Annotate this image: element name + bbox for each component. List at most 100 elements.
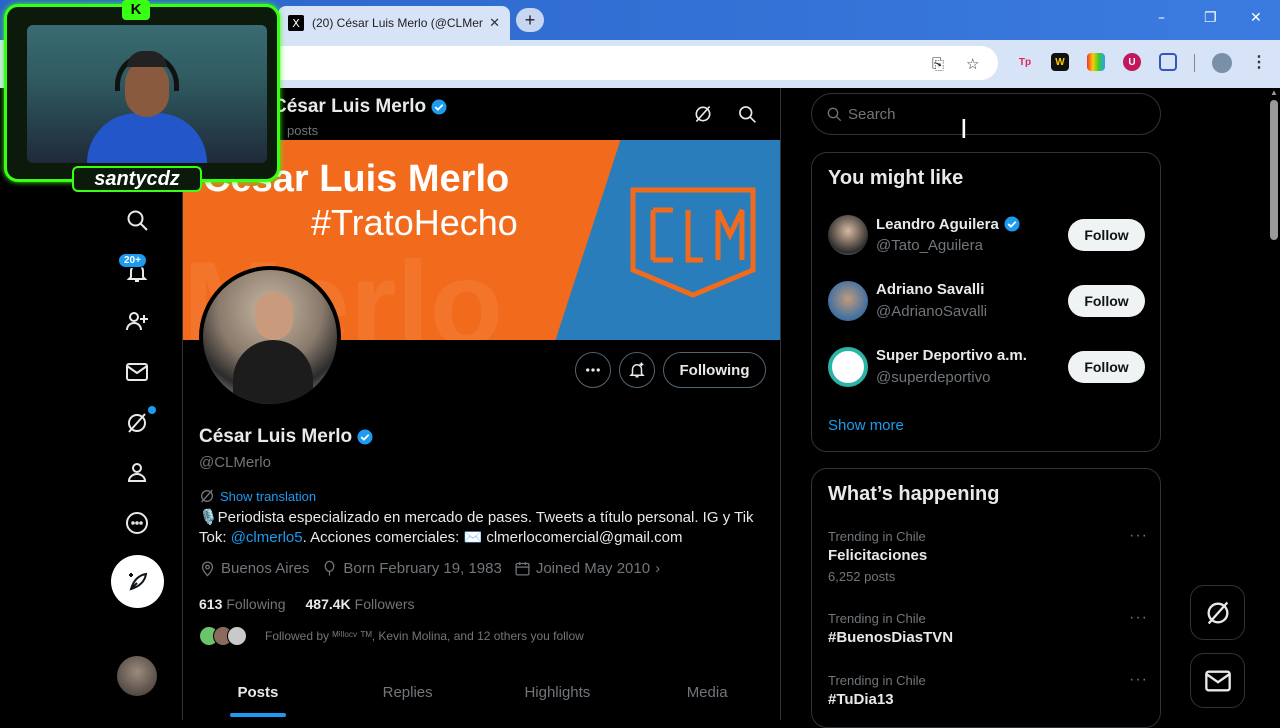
suggestions-title: You might like <box>828 167 964 189</box>
trend-post-count: 6,252 posts <box>828 569 896 584</box>
suggestion-avatar[interactable] <box>828 347 868 387</box>
location-text: Buenos Aires <box>221 560 310 577</box>
grok-notification-dot <box>148 406 156 414</box>
browser-menu-icon[interactable]: ⋮ <box>1250 53 1268 71</box>
show-more-link[interactable]: Show more <box>828 417 904 434</box>
extension-colorful-icon[interactable] <box>1087 53 1105 71</box>
extension-tp-icon[interactable]: Tp <box>1016 53 1034 71</box>
joined-item[interactable]: Joined May 2010 › <box>514 560 660 577</box>
streamer-body <box>87 113 207 163</box>
account-avatar[interactable] <box>117 656 157 696</box>
followers-label: Followers <box>354 596 415 612</box>
scrollbar-thumb[interactable] <box>1270 100 1278 240</box>
following-label: Following <box>226 596 286 612</box>
close-window-icon[interactable]: ✕ <box>1250 10 1262 26</box>
following-button[interactable]: Following <box>663 352 766 388</box>
tab-replies[interactable]: Replies <box>333 670 483 720</box>
profile-name: César Luis Merlo <box>199 426 374 448</box>
webcam-video <box>27 25 267 163</box>
suggestion-name: Adriano Savalli <box>876 281 984 298</box>
text-cursor-icon: I <box>960 115 968 145</box>
mail-icon[interactable] <box>122 357 152 387</box>
search-icon[interactable] <box>122 205 152 235</box>
joined-text: Joined May 2010 <box>535 560 651 577</box>
banner-tagline: #TratoHecho <box>311 202 518 243</box>
verified-badge-icon[interactable] <box>1003 215 1021 233</box>
restore-icon[interactable]: ❐ <box>1204 10 1217 26</box>
add-person-icon[interactable] <box>122 306 152 336</box>
trend-more-icon[interactable]: ··· <box>1129 609 1148 627</box>
grok-header-icon[interactable] <box>693 104 715 126</box>
search-header-icon[interactable] <box>737 104 759 126</box>
x-favicon-icon: X <box>288 15 304 31</box>
trend-topic: Felicitaciones <box>828 547 928 564</box>
search-input[interactable] <box>848 105 1128 123</box>
suggestion-item[interactable]: Leandro Aguilera @Tato_Aguilera Follow <box>828 213 1148 259</box>
suggestion-avatar[interactable] <box>828 215 868 255</box>
profile-avatar-icon[interactable] <box>1212 53 1232 73</box>
search-box[interactable] <box>811 93 1161 135</box>
more-circle-icon[interactable] <box>122 508 152 538</box>
show-translation-text: Show translation <box>220 488 317 504</box>
who-to-follow-card: You might like Leandro Aguilera @Tato_Ag… <box>811 152 1161 452</box>
bookmark-star-icon[interactable]: ☆ <box>966 55 979 73</box>
extension-w-icon[interactable]: W <box>1051 53 1069 71</box>
suggestion-avatar[interactable] <box>828 281 868 321</box>
follower-avatar <box>227 626 247 646</box>
more-dots-icon <box>586 368 600 372</box>
trend-more-icon[interactable]: ··· <box>1129 671 1148 689</box>
person-icon[interactable] <box>122 457 152 487</box>
suggestion-handle: @Tato_Aguilera <box>876 237 983 254</box>
grok-icon <box>1207 601 1228 624</box>
trend-more-icon[interactable]: ··· <box>1129 527 1148 545</box>
birthday-item: Born February 19, 1983 <box>321 560 502 577</box>
profile-handle: @CLMerlo <box>199 454 271 471</box>
header-post-count: posts <box>287 123 319 138</box>
trend-item[interactable]: Trending in Chile #BuenosDiasTVN ··· <box>828 609 1148 646</box>
suggestion-name: Leandro Aguilera <box>876 215 1021 233</box>
mail-icon <box>1204 670 1231 691</box>
suggestion-item[interactable]: Adriano Savalli @AdrianoSavalli Follow <box>828 279 1148 325</box>
search-icon <box>827 107 842 122</box>
tab-highlights[interactable]: Highlights <box>483 670 633 720</box>
follow-button[interactable]: Follow <box>1068 285 1145 317</box>
trend-item[interactable]: Trending in Chile Felicitaciones 6,252 p… <box>828 527 1148 584</box>
trend-context: Trending in Chile <box>828 529 926 544</box>
followers-count: 487.4K <box>305 596 351 612</box>
grok-icon[interactable] <box>122 408 152 438</box>
install-app-icon[interactable]: ⎘ <box>932 55 944 73</box>
profile-tabs: Posts Replies Highlights Media <box>183 670 780 720</box>
messages-float-button[interactable] <box>1190 653 1245 708</box>
minimize-icon[interactable]: – <box>1158 10 1165 26</box>
tab-posts[interactable]: Posts <box>183 670 333 720</box>
tab-close-icon[interactable]: ✕ <box>489 15 500 31</box>
follow-button[interactable]: Follow <box>1068 351 1145 383</box>
verified-badge-icon[interactable] <box>356 428 374 446</box>
extensions-puzzle-icon[interactable] <box>1159 53 1177 71</box>
profile-avatar[interactable] <box>199 266 341 408</box>
tab-label: Posts <box>237 684 279 701</box>
suggestion-item[interactable]: Super Deportivo a.m. @superdeportivo Fol… <box>828 345 1148 391</box>
follow-button[interactable]: Follow <box>1068 219 1145 251</box>
page-scrollbar[interactable]: ▲ <box>1268 88 1280 720</box>
address-bar[interactable]: ⎘ ☆ <box>240 46 998 80</box>
post-button[interactable] <box>111 555 164 608</box>
notify-button[interactable] <box>619 352 655 388</box>
scroll-up-icon[interactable]: ▲ <box>1270 88 1278 97</box>
verified-badge-icon[interactable] <box>430 98 448 116</box>
more-options-button[interactable] <box>575 352 611 388</box>
trend-item[interactable]: Trending in Chile #TuDia13 ··· <box>828 671 1148 708</box>
followers-count-link[interactable]: 487.4K Followers <box>306 596 415 612</box>
bio-mention-link[interactable]: @clmerlo5 <box>231 529 303 546</box>
kick-logo-icon: K <box>122 0 150 20</box>
new-tab-button[interactable]: + <box>516 8 544 32</box>
following-count-link[interactable]: 613 Following <box>199 596 286 612</box>
bell-plus-icon <box>629 362 645 378</box>
extension-ublock-icon[interactable]: U <box>1123 53 1141 71</box>
tab-media[interactable]: Media <box>632 670 780 720</box>
browser-tab[interactable]: X (20) César Luis Merlo (@CLMerlo ✕ <box>278 6 510 40</box>
grok-float-button[interactable] <box>1190 585 1245 640</box>
show-translation-link[interactable]: Show translation <box>199 488 316 504</box>
trend-context: Trending in Chile <box>828 673 926 688</box>
followed-by-row[interactable]: Followed by ᴹⁱˡˡᵒᶜᵛ ᵀᴹ, Kevin Molina, an… <box>199 626 584 646</box>
